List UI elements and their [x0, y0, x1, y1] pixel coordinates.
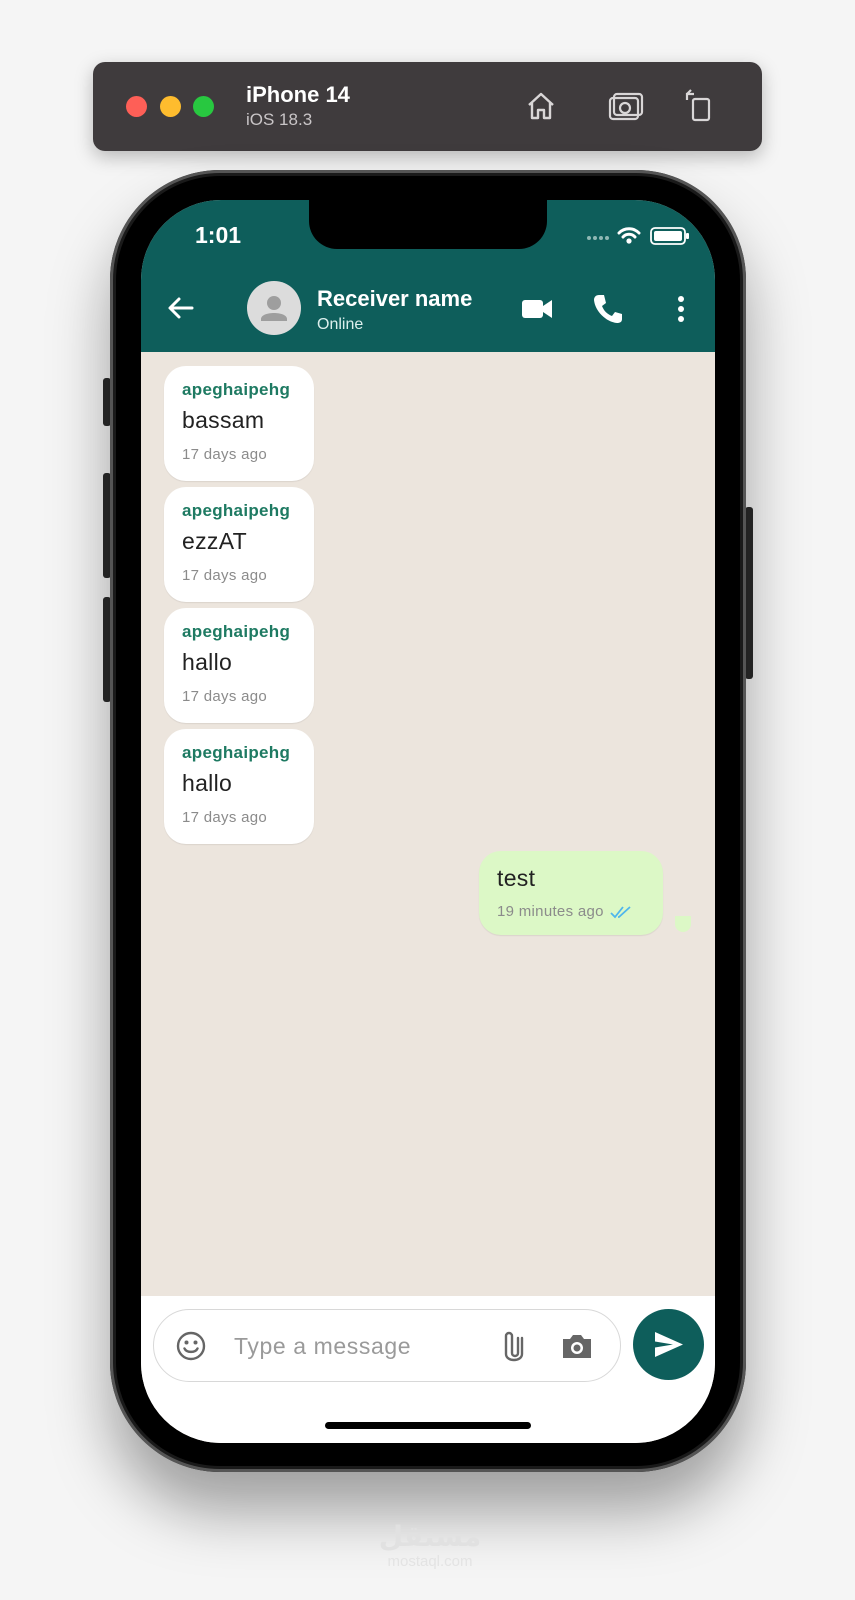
message-text: hallo [182, 649, 233, 675]
message-time: 17 days ago [182, 688, 268, 705]
device-name: iPhone 14 [246, 82, 350, 107]
watermark-logo: مستقل [378, 1520, 482, 1553]
message-input-container [153, 1309, 621, 1382]
message-time: 17 days ago [182, 446, 268, 463]
home-icon[interactable] [521, 86, 561, 126]
message-bubble-outgoing[interactable]: test 19 minutes ago [479, 851, 663, 935]
message-input[interactable] [234, 1330, 474, 1362]
composer-bar [141, 1296, 715, 1443]
more-vert-icon[interactable] [664, 292, 698, 326]
watermark-domain: mostaql.com [387, 1553, 473, 1570]
message-sender: apeghaipehg [182, 501, 291, 520]
status-time: 1:01 [195, 222, 242, 248]
zoom-window-button[interactable] [193, 96, 214, 117]
os-version: iOS 18.3 [246, 110, 313, 129]
contact-status: Online [317, 316, 364, 333]
message-time: 17 days ago [182, 809, 268, 826]
message-text: bassam [182, 407, 265, 433]
message-sender: apeghaipehg [182, 743, 291, 762]
home-indicator [325, 1422, 531, 1429]
emoji-icon[interactable] [174, 1329, 208, 1363]
close-window-button[interactable] [126, 96, 147, 117]
voice-call-icon[interactable] [591, 292, 625, 326]
back-arrow-icon[interactable] [165, 292, 197, 324]
send-icon [655, 1332, 683, 1357]
message-sender: apeghaipehg [182, 380, 291, 399]
rotate-icon[interactable] [679, 86, 719, 126]
contact-name[interactable]: Receiver name [317, 286, 472, 312]
message-bubble-incoming[interactable]: apeghaipehg hallo 17 days ago [164, 729, 314, 844]
video-call-icon[interactable] [520, 292, 554, 326]
signal-icon [587, 236, 609, 240]
screenshot-icon[interactable] [605, 86, 645, 126]
message-text: test [497, 865, 536, 891]
message-bubble-incoming[interactable]: apeghaipehg bassam 17 days ago [164, 366, 314, 481]
read-ticks-icon [610, 905, 631, 918]
phone-screen: 1:01 Receiver name Online apeghaipehg ba… [141, 200, 715, 1443]
message-time: 19 minutes ago [497, 903, 604, 920]
attach-icon[interactable] [494, 1329, 528, 1363]
message-time: 17 days ago [182, 567, 268, 584]
minimize-window-button[interactable] [160, 96, 181, 117]
avatar-icon[interactable] [247, 281, 301, 335]
wifi-icon [617, 227, 641, 239]
notch [309, 200, 547, 249]
chat-header: 1:01 Receiver name Online [141, 200, 715, 352]
status-icons [585, 224, 695, 248]
send-button[interactable] [633, 1309, 704, 1380]
message-text: ezzAT [182, 528, 247, 554]
message-bubble-incoming[interactable]: apeghaipehg ezzAT 17 days ago [164, 487, 314, 602]
camera-icon[interactable] [560, 1329, 594, 1363]
simulator-toolbar: iPhone 14 iOS 18.3 [93, 62, 762, 151]
message-text: hallo [182, 770, 233, 796]
watermark: مستقل mostaql.com [375, 1520, 485, 1570]
message-sender: apeghaipehg [182, 622, 291, 641]
message-bubble-incoming[interactable]: apeghaipehg hallo 17 days ago [164, 608, 314, 723]
bubble-tail [675, 916, 691, 932]
power-button [745, 507, 753, 679]
